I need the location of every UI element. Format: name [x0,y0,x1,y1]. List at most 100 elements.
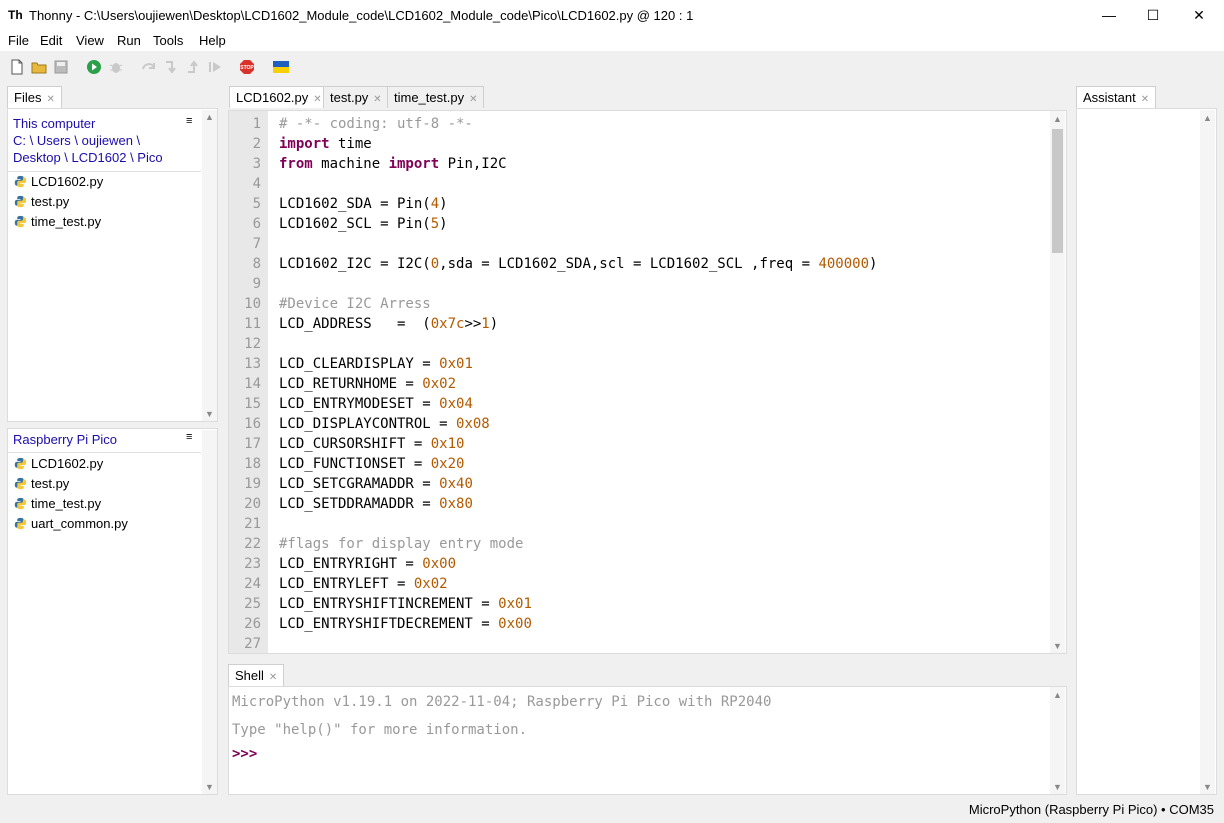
tab-assistant[interactable]: Assistant ✕ [1076,86,1157,108]
list-item[interactable]: LCD1602.py [14,172,103,192]
scroll-down-icon[interactable]: ▼ [1050,641,1065,651]
list-item[interactable]: test.py [14,474,69,494]
code-token: LCD_DISPLAYCONTROL = [279,416,457,432]
close-window-button[interactable]: ✕ [1176,0,1222,31]
files-scrollbar[interactable]: ▲ ▼ [202,110,217,421]
code-line[interactable]: LCD_SETDDRAMADDR = 0x80 [279,496,473,512]
step-into-icon[interactable] [163,59,179,75]
save-icon[interactable] [53,59,69,75]
close-icon[interactable]: ✕ [313,94,321,105]
toolbar: STOP [0,51,1224,83]
minimize-button[interactable]: — [1086,0,1132,31]
pico-menu-icon[interactable]: ≡ [186,431,192,443]
files-menu-icon[interactable]: ≡ [186,115,192,127]
tab-lcd1602[interactable]: LCD1602.py ✕ [229,86,329,108]
this-computer-link[interactable]: This computer [13,115,163,132]
tab-files[interactable]: Files ✕ [7,86,62,108]
code-token: LCD_FUNCTIONSET = [279,456,431,472]
code-line[interactable]: LCD_ENTRYSHIFTDECREMENT = 0x00 [279,616,532,632]
scroll-thumb[interactable] [1052,129,1063,253]
code-line[interactable]: LCD_CURSORSHIFT = 0x10 [279,436,464,452]
code-line[interactable]: #Device I2C Arress [279,296,431,312]
scroll-up-icon[interactable]: ▲ [1050,690,1065,700]
assistant-scrollbar[interactable]: ▲ ▼ [1200,110,1215,794]
scroll-up-icon[interactable]: ▲ [1050,114,1065,124]
code-line[interactable]: LCD1602_SDA = Pin(4) [279,196,448,212]
close-icon[interactable]: ✕ [373,94,381,105]
code-token: 0x10 [430,436,465,452]
ukraine-flag-icon[interactable] [273,59,289,75]
code-line[interactable]: LCD_ENTRYSHIFTINCREMENT = 0x01 [279,596,532,612]
list-item[interactable]: LCD1602.py [14,454,103,474]
line-number: 21 [244,516,261,532]
editor-scrollbar[interactable]: ▲ ▼ [1050,111,1065,653]
interpreter-status[interactable]: MicroPython (Raspberry Pi Pico) • COM35 [969,802,1214,817]
list-item[interactable]: time_test.py [14,494,101,514]
pico-title-link[interactable]: Raspberry Pi Pico [13,432,117,447]
code-line[interactable]: LCD_SETCGRAMADDR = 0x40 [279,476,473,492]
list-item[interactable]: test.py [14,192,69,212]
step-over-icon[interactable] [141,59,157,75]
code-line[interactable]: LCD1602_SCL = Pin(5) [279,216,448,232]
shell-prompt[interactable]: >>> [232,746,257,762]
line-number: 7 [252,236,261,252]
resume-icon[interactable] [207,59,223,75]
close-icon[interactable]: ✕ [469,94,477,105]
stop-icon[interactable]: STOP [239,59,255,75]
line-number: 18 [244,456,261,472]
code-line[interactable]: LCD1602_I2C = I2C(0,sda = LCD1602_SDA,sc… [279,256,877,272]
code-token: ) [489,316,499,332]
menu-run[interactable]: Run [117,33,141,48]
computer-location: This computer C: \ Users \ oujiewen \ De… [13,115,163,166]
menu-tools[interactable]: Tools [153,33,183,48]
code-line[interactable]: LCD_FUNCTIONSET = 0x20 [279,456,464,472]
path-breadcrumb-line2[interactable]: Desktop \ LCD1602 \ Pico [13,149,163,166]
code-line[interactable]: from machine import Pin,I2C [279,156,507,172]
new-file-icon[interactable] [9,59,25,75]
code-line[interactable]: LCD_ENTRYLEFT = 0x02 [279,576,448,592]
close-icon[interactable]: ✕ [1141,94,1149,105]
code-line[interactable]: LCD_ADDRESS = (0x7c>>1) [279,316,498,332]
shell-scrollbar[interactable]: ▲ ▼ [1050,687,1065,794]
shell-banner: MicroPython v1.19.1 on 2022-11-04; Raspb… [232,694,772,710]
code-token: LCD_CURSORSHIFT = [279,436,431,452]
menu-file[interactable]: File [8,33,29,48]
scroll-down-icon[interactable]: ▼ [202,409,217,419]
close-icon[interactable]: ✕ [46,94,54,105]
scroll-down-icon[interactable]: ▼ [202,782,217,792]
run-icon[interactable] [86,59,102,75]
code-line[interactable]: LCD_CLEARDISPLAY = 0x01 [279,356,473,372]
code-line[interactable]: LCD_RETURNHOME = 0x02 [279,376,456,392]
step-out-icon[interactable] [185,59,201,75]
code-token: from [279,156,313,172]
tab-shell[interactable]: Shell ✕ [228,664,285,686]
scroll-up-icon[interactable]: ▲ [202,112,217,122]
code-line[interactable]: # -*- coding: utf-8 -*- [279,116,473,132]
code-token: 0x20 [430,456,465,472]
tab-test[interactable]: test.py ✕ [323,86,389,108]
code-line[interactable]: LCD_ENTRYMODESET = 0x04 [279,396,473,412]
code-line[interactable]: LCD_DISPLAYCONTROL = 0x08 [279,416,490,432]
scroll-down-icon[interactable]: ▼ [1050,782,1065,792]
menu-view[interactable]: View [76,33,104,48]
line-number: 27 [244,636,261,652]
code-line[interactable]: import time [279,136,372,152]
close-icon[interactable]: ✕ [269,672,277,683]
menu-edit[interactable]: Edit [40,33,62,48]
code-line[interactable]: LCD_ENTRYRIGHT = 0x00 [279,556,456,572]
menu-help[interactable]: Help [199,33,226,48]
list-item[interactable]: time_test.py [14,212,101,232]
code-token: >> [464,316,482,332]
debug-icon[interactable] [108,59,124,75]
open-folder-icon[interactable] [31,59,47,75]
scroll-down-icon[interactable]: ▼ [1200,782,1215,792]
tab-time-test[interactable]: time_test.py ✕ [387,86,485,108]
list-item[interactable]: uart_common.py [14,514,128,534]
maximize-button[interactable]: ☐ [1130,0,1176,31]
scroll-up-icon[interactable]: ▲ [1200,113,1215,123]
path-breadcrumb-line1[interactable]: C: \ Users \ oujiewen \ [13,132,163,149]
tab-label: time_test.py [394,90,465,105]
pico-scrollbar[interactable]: ▼ [202,430,217,794]
code-token: 0x02 [413,576,448,592]
code-line[interactable]: #flags for display entry mode [279,536,523,552]
